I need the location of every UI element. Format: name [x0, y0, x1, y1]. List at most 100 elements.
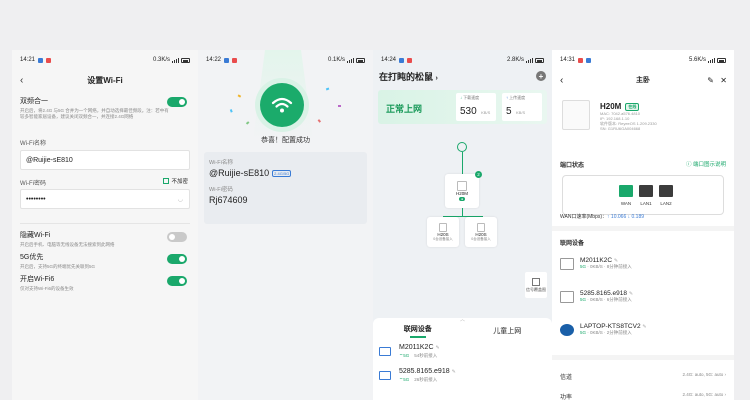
- satellite-node[interactable]: H20S 0台设备接入: [465, 217, 497, 247]
- success-message: 恭喜！配置成功: [261, 137, 310, 144]
- satellite-node[interactable]: H20S 0台设备接入: [427, 217, 459, 247]
- computer-icon: [560, 323, 574, 336]
- divider: [552, 355, 734, 360]
- battery-icon: [717, 57, 726, 63]
- wifi-settings-screen: 14:21 0.3K/s ‹ 设置Wi-Fi 双频合一 开启后，将2.4G 与5…: [12, 50, 198, 400]
- coverage-map-button[interactable]: 信号覆盖图: [525, 272, 547, 298]
- device-meta: 54秒前接入: [414, 352, 438, 358]
- dualband-row: 双频合一 开启后，将2.4G 与5G 合并为一个网络，并自动选择最佳频段。注：若…: [12, 96, 198, 138]
- wifi6-desc: 仅对支持Wi-Fi6的设备生效: [20, 286, 74, 291]
- router-icon: [439, 222, 447, 232]
- down-arrow-icon: ↓: [460, 95, 462, 100]
- upload-value: 5: [506, 106, 512, 117]
- hidden-wifi-toggle[interactable]: [167, 232, 187, 242]
- divider: [552, 226, 734, 231]
- network-speed: 2.8K/s: [506, 57, 524, 63]
- wifi-password-value[interactable]: Rj674609: [209, 195, 248, 205]
- network-speed: 5.6K/s: [688, 57, 706, 63]
- edit-icon[interactable]: ✎: [642, 324, 646, 330]
- dualband-label: 双频合一: [20, 98, 48, 105]
- edit-icon[interactable]: ✎: [435, 345, 439, 351]
- list-item[interactable]: M2011K2C ✎ ⌔5G 54秒前接入: [373, 339, 552, 363]
- network-status: 正常上网: [386, 104, 423, 114]
- main-router-name: H20M: [455, 191, 468, 196]
- add-icon[interactable]: +: [536, 71, 546, 81]
- dualband-toggle[interactable]: [167, 97, 187, 107]
- status-time: 14:24: [381, 57, 397, 63]
- list-item[interactable]: M2011K2C ✎ 5G · 0KB/S · 8分钟前接入: [560, 257, 632, 270]
- main-router-node[interactable]: H20M ● 2: [445, 171, 482, 208]
- satellite-devices: 0台设备接入: [471, 236, 491, 241]
- main-node-tag: ●: [458, 197, 466, 201]
- device-meta: 6分钟前接入: [606, 297, 632, 302]
- confetti: [237, 94, 242, 98]
- channel-row[interactable]: 信道 2.4G: auto, 5G: auto ›: [560, 372, 726, 381]
- network-status-card[interactable]: 正常上网 ↓ 下载速度 530 KB/S ↑ 上传速度 5 KB/S: [378, 90, 547, 124]
- list-item[interactable]: 5285.8165.e918 ✎ 5G · 0KB/S · 6分钟前接入: [560, 290, 633, 303]
- wifi6-row: 开启Wi-Fi6 仅对支持Wi-Fi6的设备生效: [12, 274, 198, 296]
- wifi-name-input[interactable]: @Ruijie-sE810: [20, 150, 190, 170]
- tab-connected-devices[interactable]: 联网设备: [373, 324, 463, 338]
- router-name: H20M: [600, 102, 622, 111]
- port-diagram: WAN LAN1 LAN2: [562, 175, 724, 215]
- tab-kids-internet[interactable]: 儿童上网: [463, 326, 553, 336]
- dualband-desc: 开启后，将2.4G 与5G 合并为一个网络，并自动选择最佳频段。注：若中有较多智…: [20, 108, 169, 119]
- wan-rate-label: WAN口速率(Mbps)：: [560, 214, 608, 220]
- wifi-success-icon: [260, 83, 304, 127]
- confetti: [317, 119, 322, 123]
- wifi-password-label: Wi-Fi密码: [209, 187, 233, 193]
- topology-line: [462, 152, 463, 174]
- list-item[interactable]: 5285.8165.e918 ✎ ⌔5G 26秒前接入: [373, 363, 552, 387]
- close-icon[interactable]: ✕: [720, 76, 727, 85]
- download-value: 530: [460, 106, 477, 117]
- connected-devices-heading: 联网设备: [560, 241, 585, 247]
- port-legend-link[interactable]: ⓘ 端口图示说明: [686, 160, 726, 168]
- device-name: M2011K2C: [399, 343, 434, 351]
- upload-label: 上传速度: [509, 95, 526, 100]
- device-meta: 2分钟前接入: [606, 330, 632, 335]
- power-value: 2.4G: auto, 5G: auto: [682, 392, 724, 397]
- battery-icon: [535, 57, 544, 63]
- status-time: 14:22: [206, 57, 222, 63]
- edit-icon[interactable]: ✎: [707, 76, 714, 85]
- internet-globe-icon: [457, 142, 467, 152]
- back-button[interactable]: ‹: [560, 75, 563, 86]
- wan-port-label: WAN: [620, 201, 632, 206]
- 5g-priority-label: 5G优先: [20, 254, 44, 261]
- notification-icon: [38, 57, 44, 63]
- wifi-name-label: Wi-Fi名称: [20, 141, 46, 147]
- device-list-sheet: ︿ 联网设备 儿童上网 M2011K2C ✎ ⌔5G 54秒前接入 5285.8…: [373, 318, 552, 400]
- device-meta: 8分钟前接入: [606, 264, 632, 269]
- power-row[interactable]: 功率 2.4G: auto, 5G: auto ›: [560, 392, 726, 400]
- topology-line: [462, 208, 463, 216]
- network-title[interactable]: 在打盹的松鼠 ›: [379, 70, 438, 83]
- device-band: 5G: [580, 264, 587, 269]
- wifi-name-value[interactable]: @Ruijie-sE810: [209, 168, 269, 178]
- no-encrypt-checkbox[interactable]: 不加密: [163, 177, 188, 185]
- port-status-heading: 端口状态: [560, 163, 585, 169]
- chevron-right-icon: ›: [724, 392, 727, 397]
- 5g-priority-toggle[interactable]: [167, 254, 187, 264]
- hidden-wifi-desc: 开启后手机、电脑等无线设备无法搜索到此网络: [20, 242, 115, 247]
- wifi-password-input[interactable]: •••••••• ◡: [20, 189, 190, 209]
- router-status-tag: 在线: [625, 102, 640, 111]
- device-name: LAPTOP-KTS8TCV2: [580, 323, 641, 330]
- router-info: H20M 在线 MAC: 7042.a576.4810 IP: 192.168.1…: [600, 102, 657, 131]
- wifi6-toggle[interactable]: [167, 276, 187, 286]
- laptop-icon: [379, 370, 391, 380]
- info-icon: ⓘ: [685, 162, 692, 168]
- channel-value: 2.4G: auto, 5G: auto: [682, 372, 724, 377]
- list-item[interactable]: LAPTOP-KTS8TCV2 ✎ 5G · 0KB/S · 2分钟前接入: [560, 323, 647, 336]
- edit-icon[interactable]: ✎: [452, 369, 456, 375]
- notification-icon: [407, 57, 413, 63]
- device-band: 5G: [403, 352, 410, 358]
- up-arrow-icon: ↑: [506, 95, 508, 100]
- 5g-priority-desc: 开启后，支持5G的终端优先关联到5G: [20, 264, 96, 269]
- chevron-right-icon: ›: [724, 372, 727, 377]
- back-button[interactable]: ‹: [20, 75, 23, 86]
- wifi-info-card: Wi-Fi名称 @Ruijie-sE810 2.4G/5G Wi-Fi密码 Rj6…: [204, 152, 367, 224]
- laptop-icon: [560, 257, 574, 270]
- signal-icon: [172, 57, 179, 63]
- eye-icon[interactable]: ◡: [178, 196, 183, 203]
- notification-icon: [232, 57, 238, 63]
